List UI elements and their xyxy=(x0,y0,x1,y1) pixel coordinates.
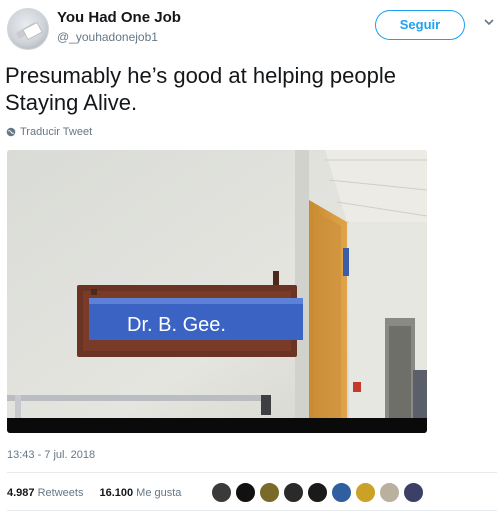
likers-avatars xyxy=(211,482,424,503)
tweet-text: Presumably he’s good at helping people S… xyxy=(5,63,396,115)
divider xyxy=(7,510,497,511)
liker-avatar[interactable] xyxy=(379,482,400,503)
sign-text: Dr. B. Gee. xyxy=(127,314,226,336)
liker-avatar[interactable] xyxy=(331,482,352,503)
liker-avatar[interactable] xyxy=(283,482,304,503)
globe-icon xyxy=(6,127,16,137)
follow-button[interactable]: Seguir xyxy=(375,10,465,40)
likes-stat[interactable]: 16.100 Me gusta xyxy=(99,487,181,499)
translate-label: Traducir Tweet xyxy=(20,126,93,138)
liker-avatar[interactable] xyxy=(307,482,328,503)
liker-avatar[interactable] xyxy=(403,482,424,503)
liker-avatar[interactable] xyxy=(211,482,232,503)
photo-scene: Dr. B. Gee. xyxy=(7,150,427,433)
tweet-media-photo[interactable]: Dr. B. Gee. xyxy=(7,150,427,433)
translate-tweet-link[interactable]: Traducir Tweet xyxy=(6,126,92,138)
liker-avatar[interactable] xyxy=(355,482,376,503)
tweet-stats: 4.987 Retweets 16.100 Me gusta xyxy=(7,487,181,499)
tweet-timestamp[interactable]: 13:43 - 7 jul. 2018 xyxy=(7,449,95,461)
retweets-stat[interactable]: 4.987 Retweets xyxy=(7,487,83,499)
avatar[interactable] xyxy=(7,8,49,50)
user-handle[interactable]: @_youhadonejob1 xyxy=(57,30,158,44)
chevron-down-icon[interactable] xyxy=(483,16,495,28)
avatar-tag-shape xyxy=(22,21,43,41)
liker-avatar[interactable] xyxy=(259,482,280,503)
divider xyxy=(7,472,497,473)
display-name[interactable]: You Had One Job xyxy=(57,9,181,26)
liker-avatar[interactable] xyxy=(235,482,256,503)
tweet-header: You Had One Job @_youhadonejob1 Seguir xyxy=(0,0,500,56)
